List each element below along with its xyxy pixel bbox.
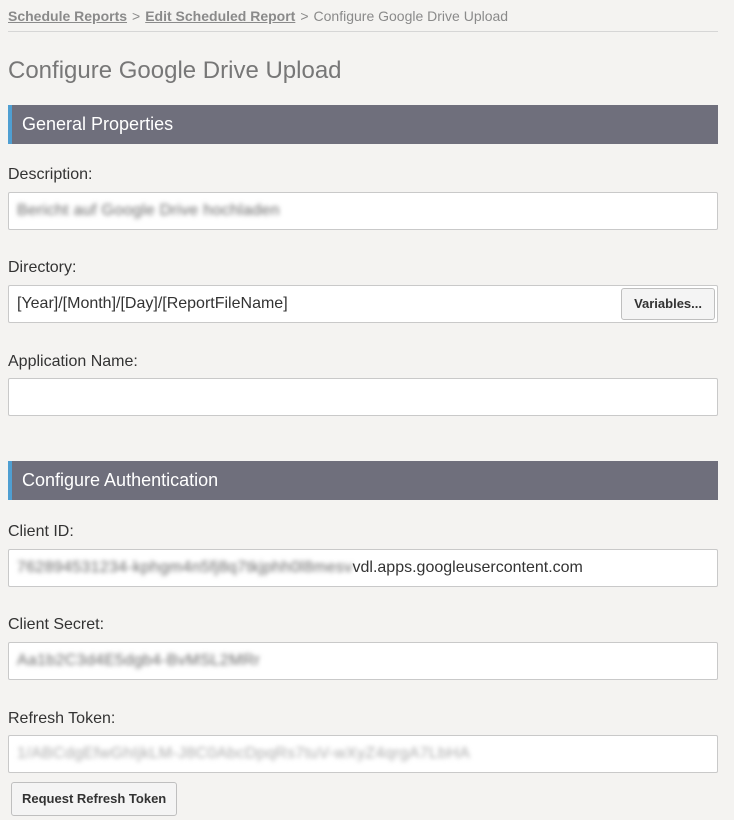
client-id-input[interactable]: 762894531234-kphgm4n5fj8q7tkjphh0l8mesvv…	[8, 549, 718, 587]
client-secret-value: Aa1b2C3d4E5dgb4-BvMSL2MRr	[17, 652, 261, 669]
section-header-general-properties: General Properties	[8, 105, 718, 144]
client-secret-label: Client Secret:	[8, 616, 105, 633]
directory-input[interactable]: [Year]/[Month]/[Day]/[ReportFileName] Va…	[8, 285, 718, 323]
variables-button[interactable]: Variables...	[621, 288, 715, 320]
breadcrumb-link-edit-scheduled-report[interactable]: Edit Scheduled Report	[145, 8, 295, 24]
description-label: Description:	[8, 166, 93, 183]
description-value: Bericht auf Google Drive hochladen	[17, 202, 280, 219]
client-id-hidden-value: 762894531234-kphgm4n5fj8q7tkjphh0l8mesv	[17, 559, 353, 576]
page-title: Configure Google Drive Upload	[8, 57, 342, 84]
client-id-label: Client ID:	[8, 523, 74, 540]
breadcrumb-current: Configure Google Drive Upload	[313, 8, 509, 24]
page: Schedule Reports > Edit Scheduled Report > C…	[0, 0, 734, 820]
client-id-visible-value: vdl.apps.googleusercontent.com	[352, 559, 583, 576]
breadcrumb-link-schedule-reports[interactable]: Schedule Reports	[8, 8, 127, 24]
refresh-token-input[interactable]: 1/ABCdgEfwGhIjkLM-J8C0AbcDpqRs7tuV-wXyZ4…	[8, 735, 718, 773]
request-refresh-token-button[interactable]: Request Refresh Token	[11, 782, 178, 816]
breadcrumb: Schedule Reports > Edit Scheduled Report > C…	[8, 0, 718, 32]
section-header-configure-authentication: Configure Authentication	[8, 461, 718, 500]
refresh-token-value: 1/ABCdgEfwGhIjkLM-J8C0AbcDpqRs7tuV-wXyZ4…	[17, 745, 471, 762]
client-secret-input[interactable]: Aa1b2C3d4E5dgb4-BvMSL2MRr	[8, 642, 718, 680]
breadcrumb-separator: >	[300, 8, 309, 24]
directory-label: Directory:	[8, 259, 77, 276]
application-name-label: Application Name:	[8, 353, 138, 370]
refresh-token-label: Refresh Token:	[8, 710, 116, 727]
description-input[interactable]: Bericht auf Google Drive hochladen	[8, 192, 718, 230]
breadcrumb-separator: >	[132, 8, 141, 24]
application-name-input[interactable]	[8, 378, 718, 416]
directory-value: [Year]/[Month]/[Day]/[ReportFileName]	[17, 295, 288, 312]
